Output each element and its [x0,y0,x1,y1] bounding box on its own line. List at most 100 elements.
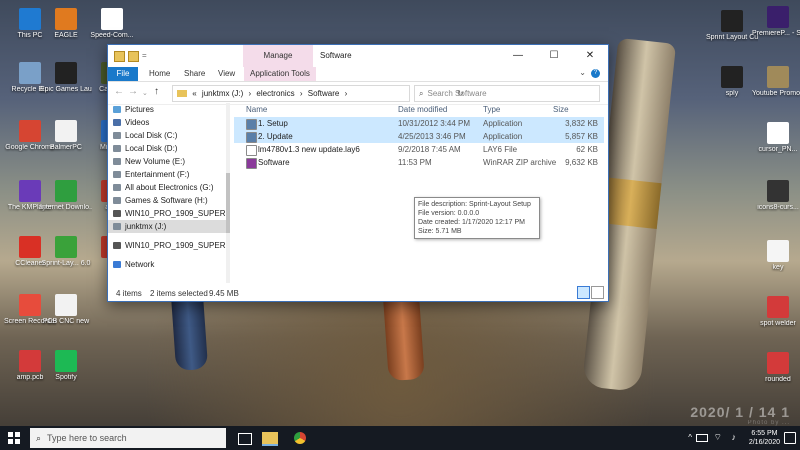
desktop-icon-label: spot welder [760,320,796,327]
tab-file[interactable]: File [108,67,138,81]
qat-dropdown-icon[interactable]: = [142,51,147,62]
drive-icon [113,197,121,204]
breadcrumb-software[interactable]: Software [308,89,340,98]
ribbon-expand-icon[interactable]: ⌄ [579,68,586,77]
desktop-icon-right-4[interactable]: cursor_PN... [752,122,800,154]
desktop-icon-right-7[interactable]: spot welder [752,296,800,328]
breadcrumb-separator[interactable]: › [249,89,252,98]
file-date: 9/2/2018 7:45 AM [398,145,461,154]
file-name: lm4780v1.3 new update.lay6 [258,145,360,154]
file-row[interactable]: lm4780v1.3 new update.lay6 9/2/2018 7:45 … [234,143,604,156]
tab-view[interactable]: View [218,67,235,81]
file-explorer-taskbar-icon[interactable] [262,432,278,446]
new-folder-icon[interactable] [128,51,139,62]
manage-context-tab[interactable]: Manage [243,45,313,67]
show-hidden-icons-icon[interactable]: ^ [688,433,692,442]
sidebar-item-label: WIN10_PRO_1909_SUPERLITE [125,209,229,218]
desktop-icon-left-18[interactable]: Spotify [40,350,92,382]
tab-share[interactable]: Share [184,67,205,81]
sidebar-item[interactable]: Entertainment (F:) [108,168,228,181]
clock[interactable]: 6:55 PM 2/16/2020 [749,429,780,447]
desktop-icon-left-1[interactable]: EAGLE [40,8,92,40]
desktop-icon-right-5[interactable]: icons8-curs... [752,180,800,212]
title-bar[interactable]: = Manage Software — ☐ ✕ [108,45,608,67]
desktop-icon-left-4[interactable]: Epic Games Launcher [40,62,92,94]
desktop-icon-right-3[interactable]: Youtube Promo ... [752,66,800,98]
sidebar-item[interactable]: Local Disk (D:) [108,142,228,155]
taskbar-search-input[interactable]: ⌕ Type here to search [30,428,226,448]
desktop-icon-label: Internet Downlo... [40,204,92,211]
sidebar-item[interactable]: Network [108,258,228,271]
network-icon[interactable]: ⌔ [714,432,722,443]
file-row[interactable]: Software 11:53 PM WinRAR ZIP archive 9,632 … [234,156,604,169]
folder-icon [177,90,187,97]
sidebar-item[interactable]: Games & Software (H:) [108,194,228,207]
sidebar-item[interactable]: New Volume (E:) [108,155,228,168]
sidebar-item[interactable]: WIN10_PRO_1909_SUPERLITE [108,239,228,252]
large-icons-view-icon[interactable] [591,286,604,299]
file-row[interactable]: 2. Update 4/25/2013 3:46 PM Application 5,8… [234,130,604,143]
breadcrumb-separator[interactable]: › [345,89,348,98]
up-arrow-icon[interactable]: ↑ [154,86,159,97]
help-icon[interactable]: ? [591,69,600,78]
task-view-icon[interactable] [238,433,252,445]
search-input[interactable]: ⌕ Search Software [414,85,600,102]
drive-icon [113,184,121,191]
properties-icon[interactable] [114,51,125,62]
minimize-button[interactable]: — [500,45,536,67]
window-title: Software [320,51,352,60]
sidebar-item[interactable]: Local Disk (C:) [108,129,228,142]
column-type[interactable]: Type [483,103,500,117]
sidebar-item[interactable]: junktmx (J:) [108,220,228,233]
back-arrow-icon[interactable]: ← [114,86,124,97]
desktop-shortcut-icon [721,66,743,88]
address-bar[interactable]: « junktmx (J:) › electronics › Software … [172,85,464,102]
file-row[interactable]: 1. Setup 10/31/2012 3:44 PM Application 3,8… [234,117,604,130]
breadcrumb-separator[interactable]: › [300,89,303,98]
sidebar-item[interactable]: All about Electronics (G:) [108,181,228,194]
desktop-icon-label: cursor_PN... [758,146,798,153]
breadcrumb-overflow[interactable]: « [192,89,196,98]
file-tooltip: File description: Sprint-Layout Setup Fil… [414,197,540,239]
desktop-icon-right-0[interactable]: Sprint Layout Cutouts [706,10,758,42]
desktop-icon-label: rounded [765,376,791,383]
recent-locations-icon[interactable]: ⌄ [142,89,148,97]
windows-start-icon[interactable] [8,432,20,444]
desktop-icon-right-6[interactable]: key [752,240,800,272]
breadcrumb-electronics[interactable]: electronics [256,89,294,98]
sidebar-item-label: Pictures [125,105,154,114]
column-date-modified[interactable]: Date modified [398,103,447,117]
forward-arrow-icon[interactable]: → [128,86,138,97]
notification-center-icon[interactable] [784,432,796,444]
desktop-icon-right-2[interactable]: sply [706,66,758,98]
desktop-icon-label: icons8-curs... [757,204,799,211]
battery-icon[interactable] [696,434,708,442]
desktop-icon-right-1[interactable]: PremiereP... - Shortcut [752,6,800,38]
sidebar-item[interactable]: WIN10_PRO_1909_SUPERLITE [108,207,228,220]
column-size[interactable]: Size [553,103,569,117]
tab-home[interactable]: Home [149,67,170,81]
address-bar-row: ← → ⌄ ↑ « junktmx (J:) › electronics › S… [108,82,608,105]
desktop-icon-label: BalmerPC [50,144,82,151]
file-name: Software [258,158,290,167]
desktop-icon-left-7[interactable]: BalmerPC [40,120,92,152]
volume-icon[interactable]: ♪ [732,432,737,442]
details-view-icon[interactable] [577,286,590,299]
maximize-button[interactable]: ☐ [536,45,572,67]
desktop-icon-left-16[interactable]: PCB CNC new [40,294,92,326]
file-size: 5,857 KB [565,132,598,141]
sidebar-item[interactable]: Videos [108,116,228,129]
close-button[interactable]: ✕ [572,45,608,67]
tab-application-tools[interactable]: Application Tools [244,67,316,81]
sidebar-item[interactable]: Pictures [108,103,228,116]
file-icon [246,158,257,169]
column-name[interactable]: Name [246,103,267,117]
breadcrumb-drive[interactable]: junktmx (J:) [202,89,243,98]
desktop-icon-left-2[interactable]: Speed-Com... [86,8,138,40]
desktop-icon-left-13[interactable]: Sprint-Lay... 6.0 [40,236,92,268]
navigation-scrollbar[interactable] [226,103,230,283]
sidebar-item-label: junktmx (J:) [125,222,167,231]
desktop-icon-right-8[interactable]: rounded [752,352,800,384]
desktop-icon-left-10[interactable]: Internet Downlo... [40,180,92,212]
chrome-taskbar-icon[interactable] [294,432,306,444]
